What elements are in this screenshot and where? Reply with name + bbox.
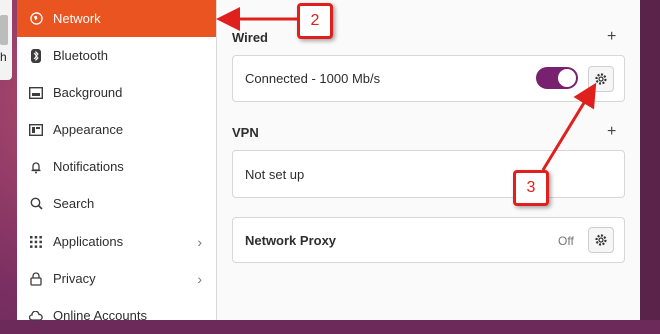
annotation-callout-2: 2 (297, 3, 333, 39)
arrow-to-wired-settings (541, 82, 597, 171)
annotation-callout-3: 3 (513, 170, 549, 206)
annotation-arrows (216, 7, 597, 171)
